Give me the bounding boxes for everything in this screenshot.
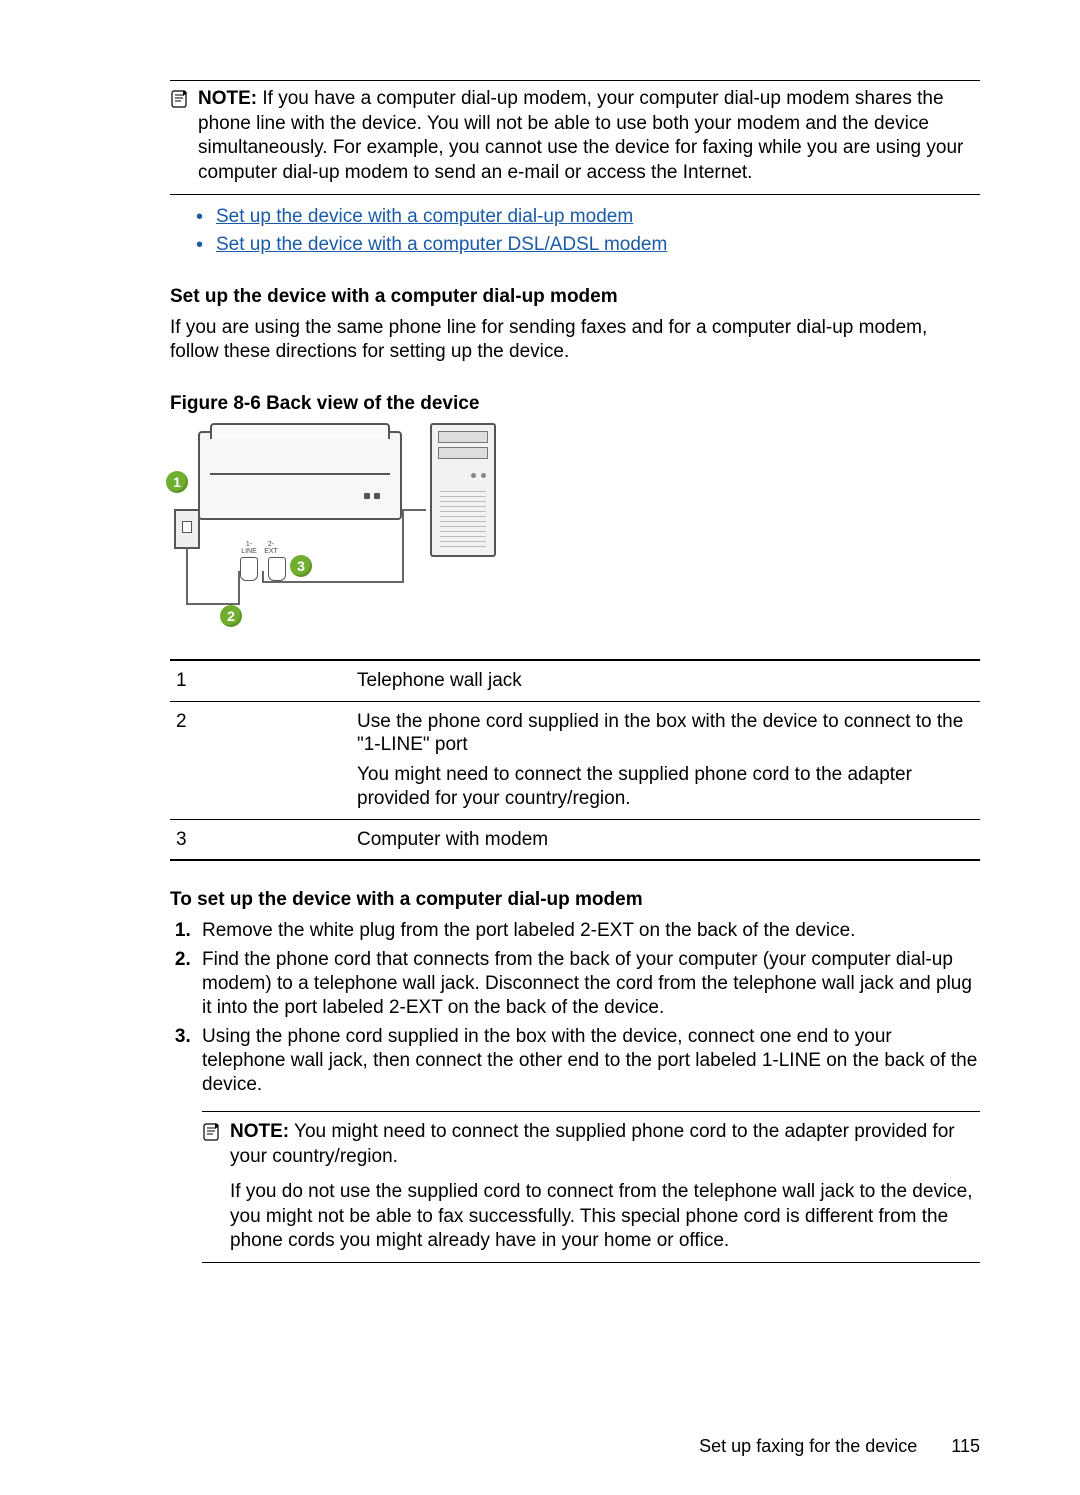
pc-tower-graphic — [430, 423, 496, 557]
figure-diagram: 1-LINE2-EXT 1 2 3 — [170, 421, 500, 631]
footer-section: Set up faxing for the device — [699, 1436, 917, 1457]
note-label: NOTE: — [198, 88, 257, 109]
callout-2: 2 — [220, 605, 242, 627]
cell-num: 3 — [170, 819, 351, 860]
cell-num: 2 — [170, 701, 351, 819]
step-3: Using the phone cord supplied in the box… — [196, 1025, 980, 1263]
step-text: Find the phone cord that connects from t… — [202, 949, 972, 1019]
printer-graphic — [198, 431, 402, 520]
step-2: Find the phone cord that connects from t… — [196, 948, 980, 1021]
callout-table: 1 Telephone wall jack 2 Use the phone co… — [170, 659, 980, 862]
figure-caption: Figure 8-6 Back view of the device — [170, 393, 980, 415]
procedure-heading: To set up the device with a computer dia… — [170, 889, 980, 911]
wall-jack-graphic — [174, 509, 200, 549]
note-body: NOTE: You might need to connect the supp… — [230, 1120, 980, 1253]
note-text: If you do not use the supplied cord to c… — [230, 1180, 980, 1254]
callout-1: 1 — [166, 471, 188, 493]
note-text: You might need to connect the supplied p… — [230, 1121, 955, 1167]
link-dialup[interactable]: Set up the device with a computer dial-u… — [216, 206, 633, 227]
cell-text: You might need to connect the supplied p… — [357, 763, 970, 811]
cell-text: Computer with modem — [357, 828, 970, 852]
callout-3: 3 — [290, 555, 312, 577]
note-box-sub: NOTE: You might need to connect the supp… — [202, 1111, 980, 1262]
note-icon — [202, 1120, 230, 1253]
footer-page-number: 115 — [951, 1436, 980, 1457]
link-dsladsl[interactable]: Set up the device with a computer DSL/AD… — [216, 234, 667, 255]
note-box-top: NOTE: If you have a computer dial-up mod… — [170, 80, 980, 195]
list-item: Set up the device with a computer DSL/AD… — [196, 233, 980, 258]
section-heading: Set up the device with a computer dial-u… — [170, 286, 980, 308]
list-item: Set up the device with a computer dial-u… — [196, 205, 980, 230]
step-1: Remove the white plug from the port labe… — [196, 919, 980, 943]
cell-num: 1 — [170, 660, 351, 701]
step-text: Using the phone cord supplied in the box… — [202, 1026, 977, 1096]
note-icon — [170, 87, 198, 186]
cell-text: Use the phone cord supplied in the box w… — [357, 710, 970, 758]
table-row: 1 Telephone wall jack — [170, 660, 980, 701]
cell-desc: Telephone wall jack — [351, 660, 980, 701]
section-intro: If you are using the same phone line for… — [170, 316, 980, 365]
note-label: NOTE: — [230, 1121, 289, 1142]
page-footer: Set up faxing for the device 115 — [699, 1436, 980, 1457]
table-row: 2 Use the phone cord supplied in the box… — [170, 701, 980, 819]
note-body-text: If you have a computer dial-up modem, yo… — [198, 88, 963, 183]
cell-desc: Use the phone cord supplied in the box w… — [351, 701, 980, 819]
step-text: Remove the white plug from the port labe… — [202, 920, 855, 941]
cell-desc: Computer with modem — [351, 819, 980, 860]
links-list: Set up the device with a computer dial-u… — [170, 205, 980, 258]
steps-list: Remove the white plug from the port labe… — [170, 919, 980, 1263]
note-text: NOTE: If you have a computer dial-up mod… — [198, 87, 980, 186]
table-row: 3 Computer with modem — [170, 819, 980, 860]
cell-text: Telephone wall jack — [357, 669, 970, 693]
